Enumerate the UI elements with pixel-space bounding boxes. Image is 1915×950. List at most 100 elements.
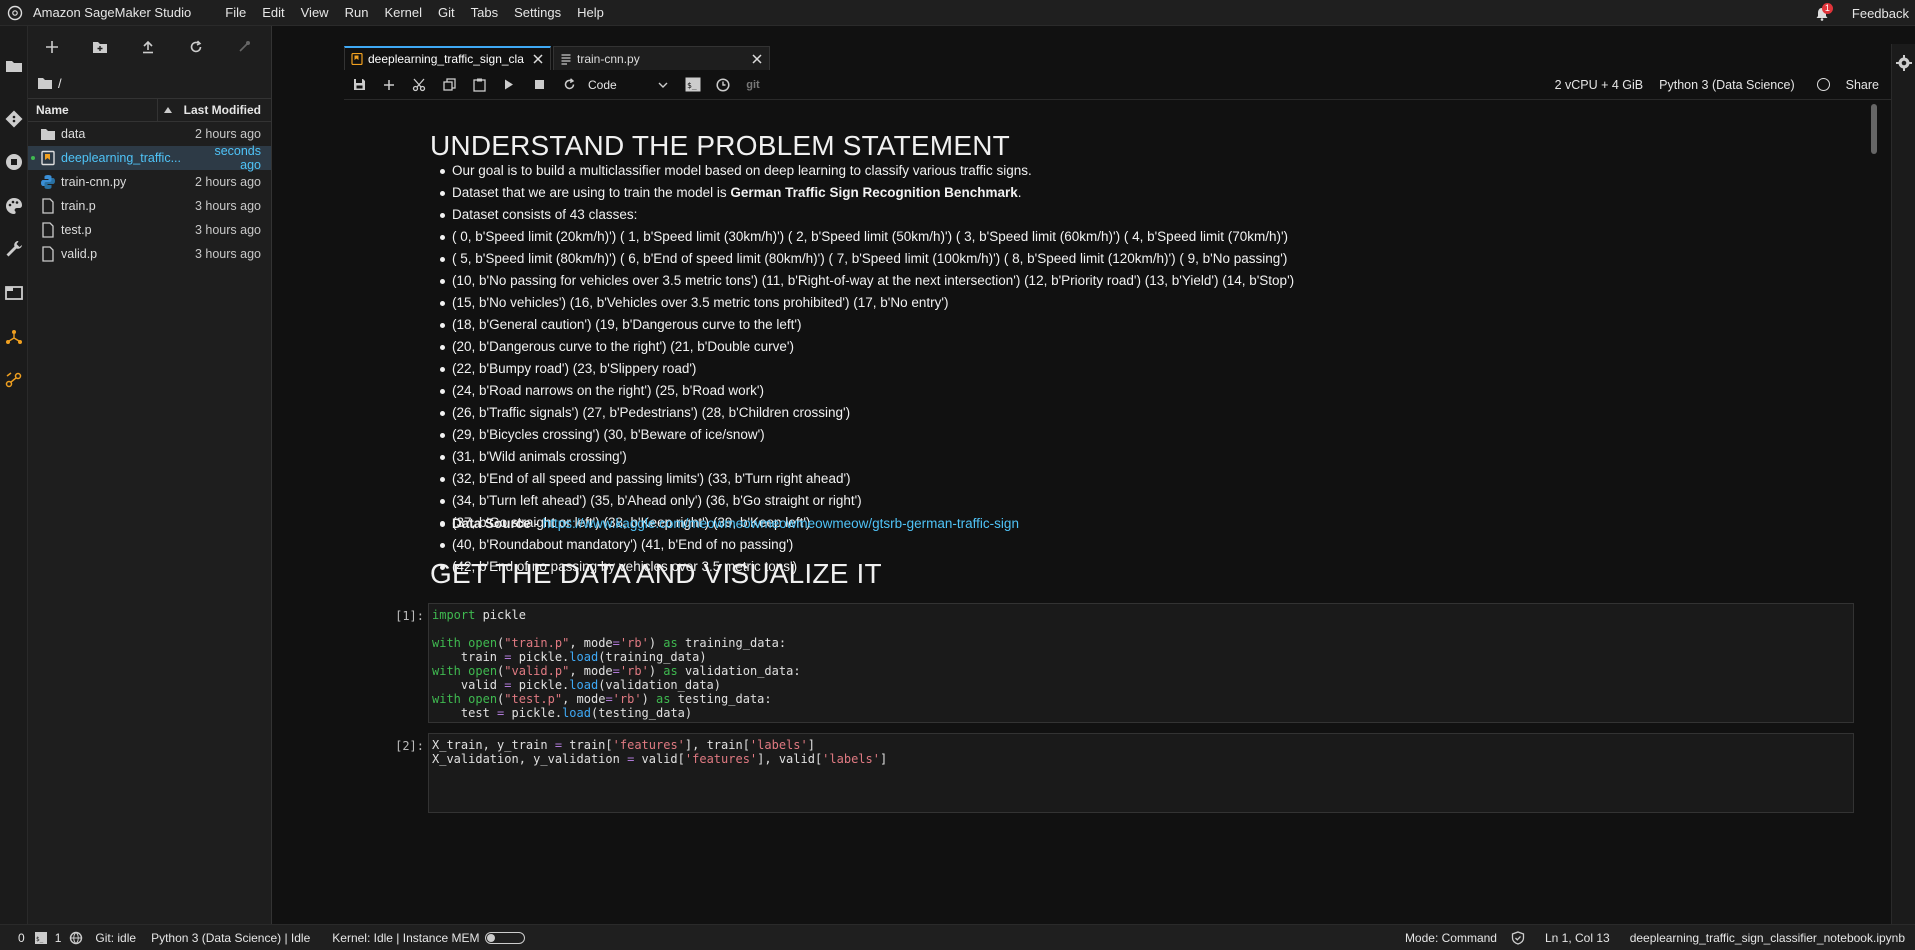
menu-view[interactable]: View (293, 5, 337, 20)
file-icon (42, 222, 54, 238)
bullet-dataset: Dataset that we are using to train the m… (430, 182, 1430, 204)
git-clone-icon (239, 41, 250, 52)
close-icon[interactable] (751, 53, 763, 65)
list-item[interactable]: train.p 3 hours ago (28, 194, 271, 218)
breadcrumb-path[interactable]: / (58, 76, 62, 91)
file-name: test.p (61, 223, 92, 237)
notebook-panel[interactable]: UNDERSTAND THE PROBLEM STATEMENT Our goa… (344, 100, 1869, 924)
paste-icon (472, 78, 486, 92)
list-item[interactable]: valid.p 3 hours ago (28, 242, 271, 266)
memory-toggle[interactable] (485, 931, 526, 944)
jumpstart-icon[interactable] (4, 327, 24, 347)
git-status[interactable]: Git: idle (95, 931, 136, 945)
menu-tabs[interactable]: Tabs (463, 5, 506, 20)
kernel-status[interactable]: Python 3 (Data Science) | Idle (151, 931, 310, 945)
right-sidebar (1891, 44, 1915, 924)
new-folder-button[interactable] (76, 40, 124, 54)
cell-type-dropdown[interactable]: Code (588, 78, 668, 92)
stop-icon (534, 80, 544, 89)
tab-label: deeplearning_traffic_sign_cla (368, 52, 524, 66)
git-clone-button[interactable] (220, 40, 268, 54)
play-icon (505, 79, 513, 90)
tab-notebook[interactable]: deeplearning_traffic_sign_cla (344, 46, 551, 70)
git-diff-button[interactable]: git (738, 73, 768, 97)
tabs-icon[interactable] (4, 283, 24, 303)
code-editor[interactable]: import pickle with open("train.p", mode=… (428, 603, 1854, 723)
insert-cell-button[interactable] (374, 73, 404, 97)
restart-kernel-button[interactable] (554, 73, 584, 97)
list-item[interactable]: deeplearning_traffic... seconds ago (28, 144, 271, 172)
upload-button[interactable] (124, 40, 172, 54)
column-name[interactable]: Name (28, 99, 158, 121)
menu-settings[interactable]: Settings (506, 5, 569, 20)
markdown-cell[interactable]: UNDERSTAND THE PROBLEM STATEMENT (430, 130, 1430, 162)
breadcrumb[interactable]: / (28, 68, 271, 98)
menu-git[interactable]: Git (430, 5, 463, 20)
running-indicator (31, 156, 35, 160)
cut-button[interactable] (404, 73, 434, 97)
feedback-link[interactable]: Feedback (1852, 6, 1909, 21)
markdown-cell[interactable]: GET THE DATA AND VISUALIZE IT (430, 558, 1430, 590)
sagemaker-logo-icon (7, 5, 23, 20)
running-kernels-icon[interactable] (4, 152, 24, 172)
bullet-classes-intro: Dataset consists of 43 classes: (430, 204, 1430, 226)
file-modified: 3 hours ago (194, 199, 261, 213)
tab-label: train-cnn.py (577, 51, 640, 66)
notebook-scrollbar[interactable] (1869, 100, 1879, 924)
tab-train-cnn[interactable]: train-cnn.py (553, 46, 770, 70)
instance-type[interactable]: 2 vCPU + 4 GiB (1555, 78, 1644, 92)
new-launcher-button[interactable] (28, 40, 76, 54)
class-list-item: (20, b'Dangerous curve to the right') (2… (430, 336, 1430, 358)
kernel-count[interactable]: 1 (55, 931, 62, 945)
copy-button[interactable] (434, 73, 464, 97)
cell-prompt: [2]: (395, 739, 424, 753)
bullet-data-source: Data Source - https://www.kaggle.com/meo… (430, 513, 1430, 535)
menu-help[interactable]: Help (569, 5, 612, 20)
list-item[interactable]: test.p 3 hours ago (28, 218, 271, 242)
terminal-button[interactable]: $_ (678, 73, 708, 97)
menu-file[interactable]: File (217, 5, 254, 20)
close-icon[interactable] (532, 53, 544, 65)
code-editor[interactable]: X_train, y_train = train['features'], tr… (428, 733, 1854, 813)
clock-button[interactable] (708, 73, 738, 97)
column-last-modified[interactable]: Last Modified (178, 103, 271, 117)
pipelines-icon[interactable] (4, 370, 24, 390)
menu-edit[interactable]: Edit (254, 5, 292, 20)
property-inspector-gear-icon[interactable] (1895, 54, 1913, 72)
notifications-button[interactable]: 1 (1814, 3, 1834, 23)
upload-icon (143, 40, 153, 54)
data-source-list: Data Source - https://www.kaggle.com/meo… (430, 513, 1430, 535)
menu-kernel[interactable]: Kernel (376, 5, 430, 20)
menu-run[interactable]: Run (337, 5, 377, 20)
class-list-item: (26, b'Traffic signals') (27, b'Pedestri… (430, 402, 1430, 424)
folder-icon (38, 78, 52, 89)
cell-type-value: Code (588, 77, 617, 92)
refresh-button[interactable] (172, 40, 220, 54)
mode-indicator[interactable]: Mode: Command (1405, 931, 1497, 945)
git-icon[interactable] (4, 109, 24, 129)
file-modified: 2 hours ago (194, 175, 261, 189)
file-name: train.p (61, 199, 96, 213)
share-button[interactable]: Share (1846, 78, 1879, 92)
kernel-name[interactable]: Python 3 (Data Science) (1659, 78, 1795, 92)
kernel-idle-status: Kernel: Idle | Instance MEM (332, 930, 480, 945)
folder-icon[interactable] (4, 56, 24, 76)
palette-icon[interactable] (4, 196, 24, 216)
save-button[interactable] (344, 73, 374, 97)
scrollbar-thumb[interactable] (1871, 104, 1877, 154)
markdown-cell[interactable]: Data Source - https://www.kaggle.com/meo… (430, 513, 1430, 535)
paste-button[interactable] (464, 73, 494, 97)
wrench-icon[interactable] (4, 239, 24, 259)
list-item[interactable]: data 2 hours ago (28, 122, 271, 146)
interrupt-kernel-button[interactable] (524, 73, 554, 97)
terminal-count[interactable]: 0 (18, 931, 25, 945)
chevron-down-icon (658, 82, 668, 88)
cursor-position[interactable]: Ln 1, Col 13 (1545, 931, 1610, 945)
run-cell-button[interactable] (494, 73, 524, 97)
kernel-usage-icon (70, 931, 83, 944)
sort-ascending-icon[interactable] (158, 107, 178, 113)
data-source-link[interactable]: https://www.kaggle.com/meowmeowmeowmeowm… (543, 516, 1019, 531)
file-name: deeplearning_traffic... (61, 151, 181, 165)
list-item[interactable]: train-cnn.py 2 hours ago (28, 170, 271, 194)
file-modified: 3 hours ago (194, 247, 261, 261)
